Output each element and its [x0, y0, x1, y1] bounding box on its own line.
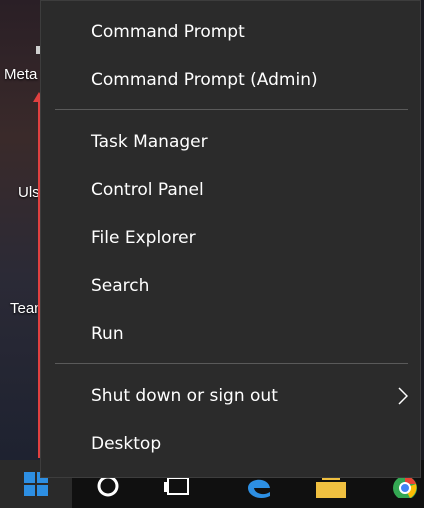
desktop-icon-label-1[interactable]: Meta [4, 66, 37, 83]
menu-item-task-manager[interactable]: Task Manager [41, 120, 420, 164]
menu-item-file-explorer[interactable]: File Explorer [41, 216, 420, 260]
menu-item-control-panel[interactable]: Control Panel [41, 168, 420, 212]
chevron-right-icon [398, 387, 408, 405]
menu-item-command-prompt[interactable]: Command Prompt [41, 10, 420, 54]
menu-separator [55, 109, 408, 110]
menu-item-desktop[interactable]: Desktop [41, 422, 420, 466]
menu-item-label: Shut down or sign out [91, 386, 278, 406]
power-user-menu: Command Prompt Command Prompt (Admin) Ta… [40, 0, 421, 478]
menu-separator [55, 363, 408, 364]
menu-item-shut-down-or-sign-out[interactable]: Shut down or sign out [41, 374, 420, 418]
menu-item-run[interactable]: Run [41, 312, 420, 356]
desktop-icon-label-2[interactable]: Uls [18, 184, 40, 201]
menu-item-command-prompt-admin[interactable]: Command Prompt (Admin) [41, 58, 420, 102]
menu-item-search[interactable]: Search [41, 264, 420, 308]
